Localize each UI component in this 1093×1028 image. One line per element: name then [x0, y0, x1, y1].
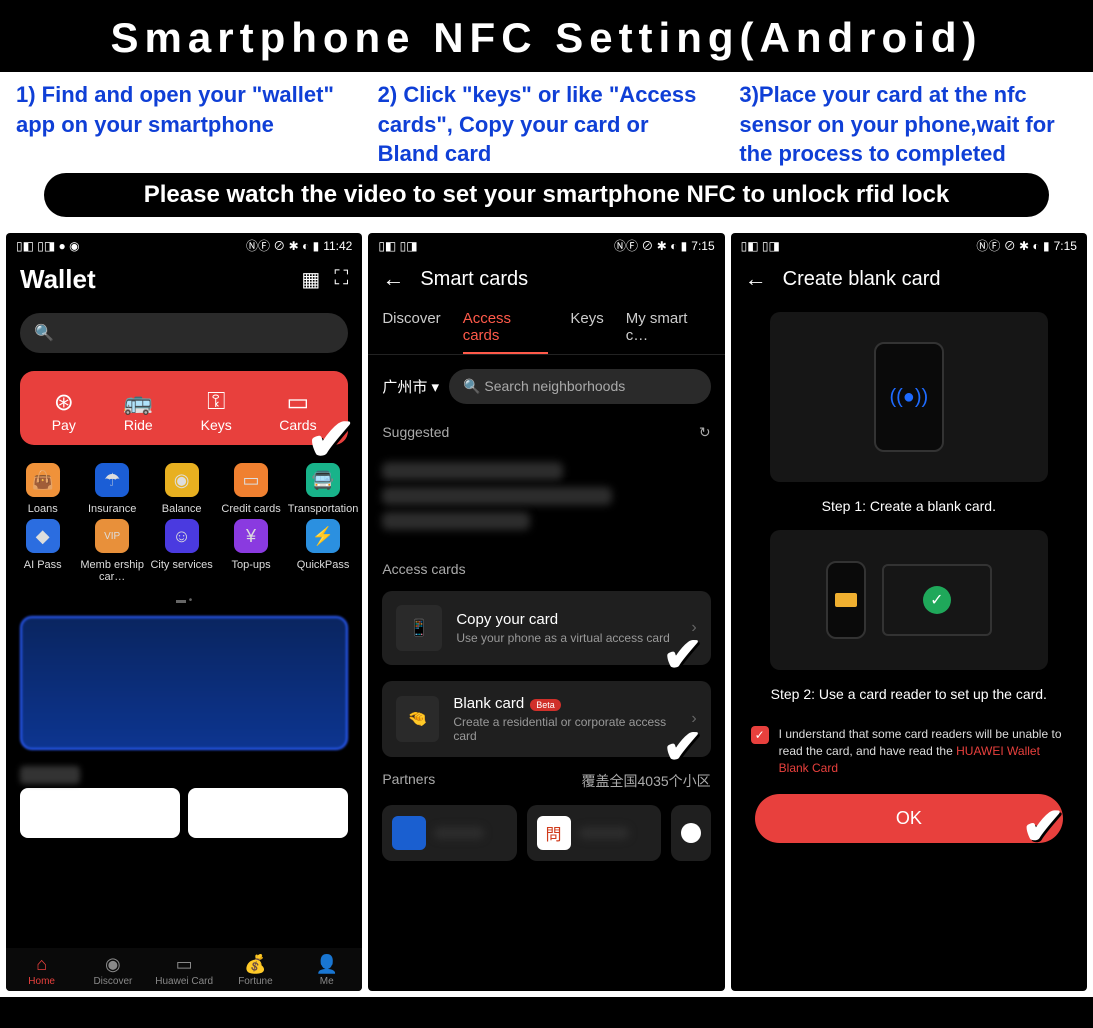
- status-bar: ▯◧ ▯◨ ⓃⒻ ⊘ ✱ ◐ ▮ 7:15: [731, 233, 1087, 256]
- suggested-label: Suggested: [382, 424, 449, 441]
- cards-button[interactable]: ▭Cards: [279, 387, 316, 433]
- consent-checkbox[interactable]: ✓: [751, 726, 769, 744]
- page-indicator: ▬ •: [6, 593, 362, 608]
- status-right: ⓃⒻ ⊘ ✱ ◐ ▮ 7:15: [614, 237, 715, 254]
- section-label-blurred: [20, 766, 80, 784]
- instruction-2: 2) Click "keys" or like "Access cards", …: [368, 80, 726, 169]
- page-title: Smartphone NFC Setting(Android): [0, 0, 1093, 72]
- grid-insurance[interactable]: ☂Insurance: [79, 463, 144, 515]
- ride-button[interactable]: 🚌Ride: [123, 387, 153, 433]
- bottom-card-2[interactable]: [188, 788, 348, 838]
- create-blank-title: Create blank card: [783, 268, 941, 291]
- phone-smartcards: ▯◧ ▯◨ ⓃⒻ ⊘ ✱ ◐ ▮ 7:15 ← Smart cards Disc…: [368, 233, 724, 991]
- access-cards-label: Access cards: [382, 561, 465, 577]
- video-banner: Please watch the video to set your smart…: [44, 173, 1050, 217]
- grid-membership[interactable]: VIPMemb ership car…: [79, 519, 144, 583]
- scan-icon[interactable]: ⛶: [334, 267, 348, 292]
- grid-topups[interactable]: ¥Top-ups: [218, 519, 283, 583]
- back-button[interactable]: ←: [382, 266, 404, 292]
- nav-huawei-card[interactable]: ▭Huawei Card: [149, 948, 220, 991]
- step1-text: Step 1: Create a blank card.: [731, 492, 1087, 520]
- nav-home[interactable]: ⌂Home: [6, 948, 77, 991]
- grid-loans[interactable]: 👜Loans: [10, 463, 75, 515]
- tab-keys[interactable]: Keys: [570, 302, 603, 354]
- illustration-step1: ((●)): [770, 312, 1048, 482]
- tab-discover[interactable]: Discover: [382, 302, 440, 354]
- phone-icon: 📱: [396, 605, 442, 651]
- search-neighborhoods[interactable]: 🔍 Search neighborhoods: [449, 369, 711, 404]
- tab-mysmart[interactable]: My smart c…: [626, 302, 711, 354]
- partners-label: Partners: [382, 771, 435, 791]
- instructions-row: 1) Find and open your "wallet" app on yo…: [0, 72, 1093, 177]
- status-bar: ▯◧ ▯◨ ⓃⒻ ⊘ ✱ ◐ ▮ 7:15: [368, 233, 724, 256]
- grid-credit[interactable]: ▭Credit cards: [218, 463, 283, 515]
- bottom-nav: ⌂Home ◉Discover ▭Huawei Card 💰Fortune 👤M…: [6, 948, 362, 991]
- qr-icon[interactable]: ▦: [301, 267, 320, 292]
- nav-fortune[interactable]: 💰Fortune: [220, 948, 291, 991]
- tab-access-cards[interactable]: Access cards: [463, 302, 549, 354]
- partner-2[interactable]: 問: [527, 805, 661, 861]
- grid-quickpass[interactable]: ⚡QuickPass: [288, 519, 359, 583]
- tabs-row: Discover Access cards Keys My smart c…: [368, 302, 724, 355]
- copy-card-title: Copy your card: [456, 611, 669, 628]
- phone-wallet: ▯◧ ▯◨ ● ◉ ⓃⒻ ⊘ ✱ ◐ ▮ 11:42 Wallet ▦ ⛶ 🔍 …: [6, 233, 362, 991]
- pay-button[interactable]: ⊛Pay: [52, 387, 76, 433]
- search-input[interactable]: 🔍: [20, 313, 348, 353]
- checkmark-icon: ✔: [1021, 797, 1065, 857]
- grid-transport[interactable]: 🚍Transportation: [288, 463, 359, 515]
- bottom-card-1[interactable]: [20, 788, 180, 838]
- status-right: ⓃⒻ ⊘ ✱ ◐ ▮ 11:42: [246, 237, 352, 254]
- ok-button[interactable]: OK ✔: [755, 794, 1063, 843]
- copy-card-sub: Use your phone as a virtual access card: [456, 631, 669, 645]
- step2-text: Step 2: Use a card reader to set up the …: [731, 680, 1087, 708]
- hand-card-icon: 🤏: [396, 696, 439, 742]
- keys-button[interactable]: ⚿Keys: [201, 387, 232, 433]
- blank-card-sub: Create a residential or corporate access…: [453, 715, 677, 743]
- instruction-1: 1) Find and open your "wallet" app on yo…: [6, 80, 364, 169]
- blank-card-option[interactable]: 🤏 Blank cardBeta Create a residential or…: [382, 681, 710, 757]
- partner-1[interactable]: [382, 805, 516, 861]
- nav-me[interactable]: 👤Me: [291, 948, 362, 991]
- status-left: ▯◧ ▯◨: [378, 239, 417, 253]
- quick-actions: ⊛Pay 🚌Ride ⚿Keys ▭Cards ✔: [20, 371, 348, 445]
- phone-create-blank: ▯◧ ▯◨ ⓃⒻ ⊘ ✱ ◐ ▮ 7:15 ← Create blank car…: [731, 233, 1087, 991]
- nfc-wave-icon: ((●)): [889, 386, 928, 409]
- status-right: ⓃⒻ ⊘ ✱ ◐ ▮ 7:15: [976, 237, 1077, 254]
- chevron-right-icon: ›: [691, 619, 696, 637]
- grid-balance[interactable]: ◉Balance: [149, 463, 214, 515]
- grid-aipass[interactable]: ◆AI Pass: [10, 519, 75, 583]
- illustration-step2: ✓: [770, 530, 1048, 670]
- instruction-3: 3)Place your card at the nfc sensor on y…: [729, 80, 1087, 169]
- grid-city[interactable]: ☺City services: [149, 519, 214, 583]
- card-preview[interactable]: [20, 616, 348, 750]
- copy-card-option[interactable]: 📱 Copy your card Use your phone as a vir…: [382, 591, 710, 665]
- nav-discover[interactable]: ◉Discover: [77, 948, 148, 991]
- success-check-icon: ✓: [923, 586, 951, 614]
- back-button[interactable]: ←: [745, 266, 767, 292]
- status-bar: ▯◧ ▯◨ ● ◉ ⓃⒻ ⊘ ✱ ◐ ▮ 11:42: [6, 233, 362, 256]
- partner-3[interactable]: [671, 805, 711, 861]
- suggested-blurred: [368, 447, 724, 555]
- consent-row: ✓ I understand that some card readers wi…: [731, 708, 1087, 786]
- city-selector[interactable]: 广州市 ▾: [382, 376, 439, 397]
- consent-text: I understand that some card readers will…: [779, 726, 1067, 776]
- status-left: ▯◧ ▯◨ ● ◉: [16, 239, 80, 253]
- refresh-icon[interactable]: ↻: [699, 424, 711, 441]
- smartcards-title: Smart cards: [420, 268, 528, 291]
- blank-card-title: Blank cardBeta: [453, 695, 677, 712]
- partners-coverage: 覆盖全国4035个小区: [582, 771, 711, 791]
- wallet-title: Wallet: [20, 264, 96, 295]
- chevron-right-icon: ›: [691, 710, 696, 728]
- status-left: ▯◧ ▯◨: [741, 239, 780, 253]
